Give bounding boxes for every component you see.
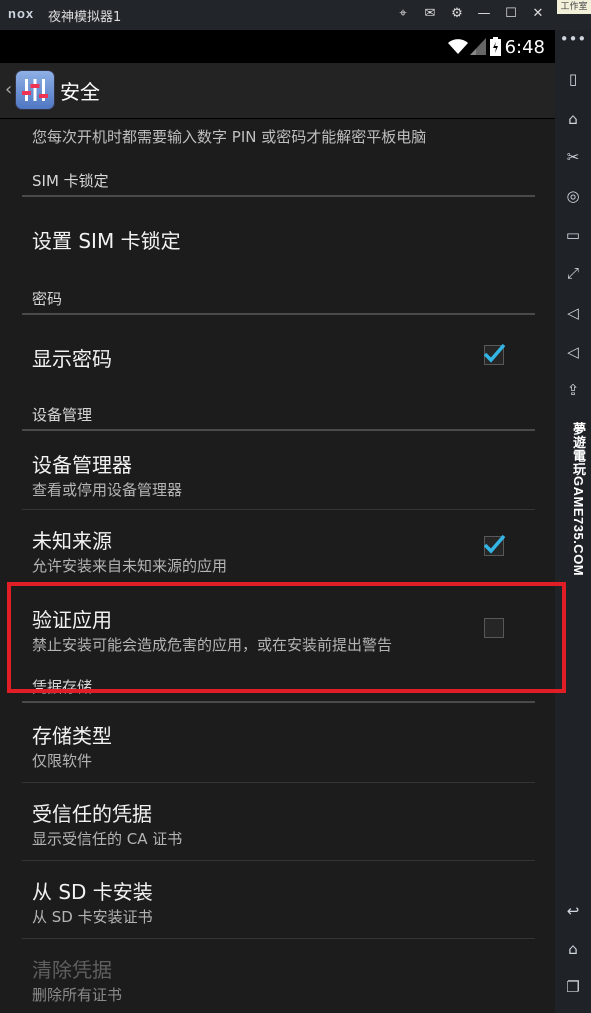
- pref-install-from-sd[interactable]: 从 SD 卡安装 从 SD 卡安装证书: [22, 860, 535, 939]
- page-title: 安全: [60, 80, 100, 104]
- rotate-icon[interactable]: ▯: [555, 70, 591, 88]
- location-icon[interactable]: ◎: [555, 187, 591, 205]
- settings-list: 您每次开机时都需要输入数字 PIN 或密码才能解密平板电脑 SIM 卡锁定 设置…: [0, 118, 555, 1013]
- category-divider: [22, 701, 535, 703]
- category-label: SIM 卡锁定: [32, 172, 109, 190]
- robot-icon[interactable]: ⌂: [555, 110, 591, 128]
- recents-icon[interactable]: ❐: [555, 978, 591, 996]
- back-icon[interactable]: ↩: [555, 902, 591, 920]
- watermark: 夢遊電玩GAME735.COM: [571, 422, 586, 577]
- corner-label: 工作室: [557, 0, 591, 14]
- pref-sim-lock[interactable]: 设置 SIM 卡锁定: [22, 198, 535, 278]
- chevron-left-icon[interactable]: ‹: [5, 79, 12, 100]
- volume-up-icon[interactable]: ◁: [555, 304, 591, 322]
- nox-logo: nox: [8, 6, 35, 21]
- home-icon[interactable]: ⌂: [555, 940, 591, 958]
- maximize-button[interactable]: ☐: [501, 6, 521, 21]
- volume-down-icon[interactable]: ◁: [555, 343, 591, 361]
- pin-icon[interactable]: ⌖: [393, 6, 413, 21]
- mail-icon[interactable]: ✉: [420, 6, 440, 21]
- pref-verify-apps[interactable]: 验证应用 禁止安装可能会造成危害的应用，或在安装前提出警告: [22, 588, 535, 668]
- pref-title: 存储类型: [32, 724, 112, 748]
- category-label: 设备管理: [32, 406, 93, 424]
- more-icon[interactable]: •••: [555, 30, 591, 48]
- pref-summary: 显示受信任的 CA 证书: [32, 830, 183, 848]
- fullscreen-icon[interactable]: ⤢: [555, 264, 591, 282]
- checkmark-icon: [483, 534, 506, 554]
- battery-icon: [490, 37, 501, 56]
- status-bar: 6:48: [0, 30, 555, 63]
- sliders-icon: [22, 79, 48, 101]
- pref-trusted-credentials[interactable]: 受信任的凭据 显示受信任的 CA 证书: [22, 782, 535, 861]
- pref-clear-credentials: 清除凭据 删除所有证书: [22, 938, 535, 1013]
- action-bar: ‹ 安全: [0, 63, 555, 119]
- settings-app-icon[interactable]: [16, 71, 54, 109]
- pref-summary: 删除所有证书: [32, 986, 123, 1004]
- category-label: 凭据存储: [32, 678, 93, 696]
- apk-icon[interactable]: ⇪: [555, 381, 591, 399]
- emulator-titlebar: nox 夜神模拟器1 ⌖ ✉ ⚙ — ☐ ✕ 工作室: [0, 0, 591, 30]
- scissors-icon[interactable]: ✂: [555, 148, 591, 166]
- category-label: 密码: [32, 290, 63, 308]
- close-button[interactable]: ✕: [528, 6, 548, 21]
- verify-apps-checkbox[interactable]: [484, 618, 504, 638]
- minimize-button[interactable]: —: [474, 6, 494, 21]
- pref-unknown-sources[interactable]: 未知来源 允许安装来自未知来源的应用: [22, 510, 535, 588]
- pref-summary: 允许安装来自未知来源的应用: [32, 557, 228, 575]
- category-divider: [22, 195, 535, 197]
- pref-title: 显示密码: [32, 347, 112, 371]
- pref-title: 验证应用: [32, 608, 112, 632]
- pref-summary: 查看或停用设备管理器: [32, 481, 183, 499]
- signal-icon: [470, 38, 486, 55]
- pref-title: 设置 SIM 卡锁定: [32, 229, 181, 253]
- checkmark-icon: [483, 343, 506, 363]
- pref-title: 清除凭据: [32, 958, 112, 982]
- settings-icon[interactable]: ⚙: [447, 6, 467, 21]
- pref-summary: 从 SD 卡安装证书: [32, 908, 153, 926]
- emulator-title: 夜神模拟器1: [48, 10, 122, 25]
- pref-show-password[interactable]: 显示密码: [22, 315, 535, 395]
- pref-storage-type[interactable]: 存储类型 仅限软件: [22, 704, 535, 783]
- android-screen: 6:48 ‹ 安全 您每次开机时都需要输入数字 PIN 或密码才能解密平板电脑 …: [0, 30, 555, 1013]
- keyboard-icon[interactable]: ▭: [555, 226, 591, 244]
- pref-summary: 仅限软件: [32, 752, 93, 770]
- pref-summary: 禁止安装可能会造成危害的应用，或在安装前提出警告: [32, 636, 393, 654]
- pref-title: 受信任的凭据: [32, 802, 152, 826]
- pref-title: 未知来源: [32, 529, 112, 553]
- pref-title: 设备管理器: [32, 453, 132, 477]
- status-time: 6:48: [504, 37, 545, 58]
- wifi-icon: [448, 39, 468, 54]
- pref-device-admins[interactable]: 设备管理器 查看或停用设备管理器: [22, 431, 535, 510]
- encryption-summary: 您每次开机时都需要输入数字 PIN 或密码才能解密平板电脑: [32, 128, 427, 146]
- pref-title: 从 SD 卡安装: [32, 880, 153, 904]
